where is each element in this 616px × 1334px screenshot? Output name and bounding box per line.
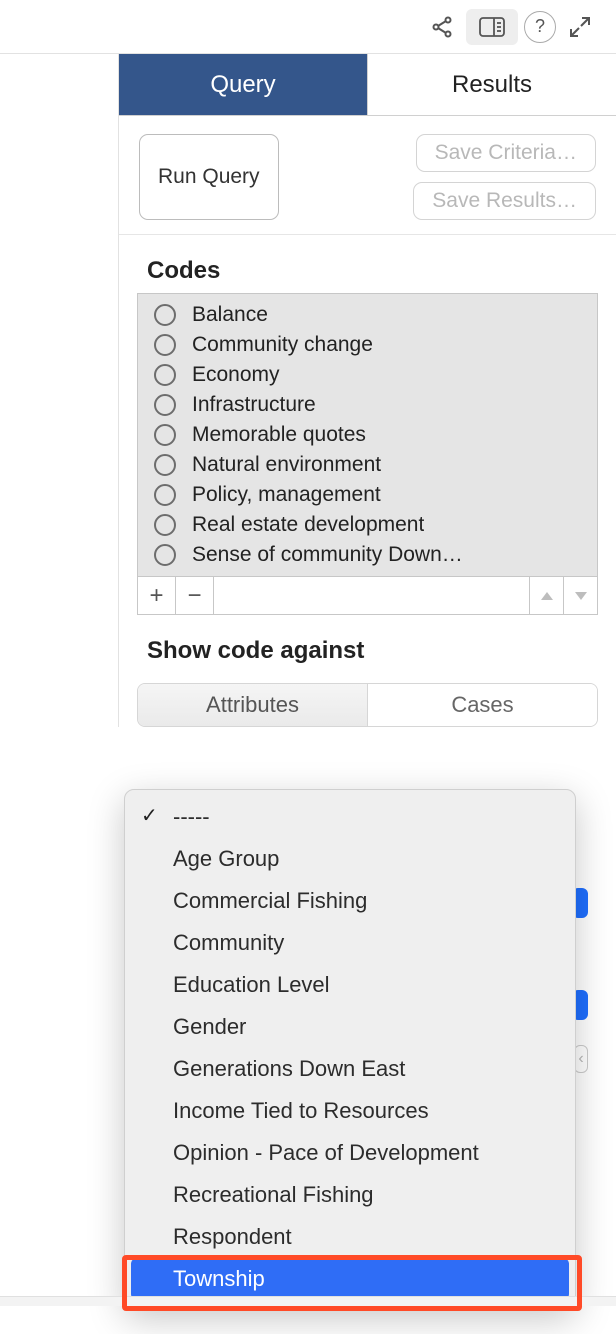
plus-icon: +: [149, 582, 163, 610]
tab-query-label: Query: [210, 71, 275, 99]
dropdown-item-label: Commercial Fishing: [173, 888, 367, 913]
tab-query[interactable]: Query: [119, 54, 368, 115]
expand-icon[interactable]: [562, 9, 598, 45]
attribute-dropdown: ----- Age Group Commercial Fishing Commu…: [124, 789, 576, 1309]
code-row[interactable]: Policy, management: [138, 480, 597, 510]
code-row[interactable]: Infrastructure: [138, 390, 597, 420]
window-bottom-bar: [0, 1296, 616, 1306]
run-query-button[interactable]: Run Query: [139, 134, 279, 220]
dropdown-item-label: Education Level: [173, 972, 330, 997]
help-label: ?: [535, 16, 545, 37]
dropdown-item-label: Township: [173, 1266, 265, 1291]
add-code-button[interactable]: +: [138, 577, 176, 614]
subtab-cases[interactable]: Cases: [368, 684, 597, 726]
tab-results-label: Results: [452, 71, 532, 99]
remove-code-button[interactable]: −: [176, 577, 214, 614]
dropdown-item-label: Recreational Fishing: [173, 1182, 374, 1207]
save-results-label: Save Results…: [432, 189, 577, 212]
code-label: Natural environment: [192, 453, 381, 477]
dropdown-item-label: -----: [173, 804, 210, 829]
radio-icon[interactable]: [154, 364, 176, 386]
code-row[interactable]: Economy: [138, 360, 597, 390]
radio-icon[interactable]: [154, 454, 176, 476]
radio-icon[interactable]: [154, 424, 176, 446]
dropdown-item-highlighted[interactable]: Township: [131, 1258, 569, 1300]
radio-icon[interactable]: [154, 514, 176, 536]
share-icon[interactable]: [424, 9, 460, 45]
code-row[interactable]: Community change: [138, 330, 597, 360]
code-label: Economy: [192, 363, 280, 387]
show-code-against-heading: Show code against: [119, 615, 616, 673]
query-panel: Query Results Run Query Save Criteria… S…: [118, 54, 616, 727]
radio-icon[interactable]: [154, 544, 176, 566]
tab-results[interactable]: Results: [368, 54, 616, 115]
show-against-tabs: Attributes Cases: [137, 683, 598, 727]
top-toolbar: ?: [0, 0, 616, 54]
dropdown-item[interactable]: Income Tied to Resources: [125, 1090, 575, 1132]
dropdown-item-label: Income Tied to Resources: [173, 1098, 429, 1123]
codes-down-button[interactable]: [563, 577, 597, 614]
radio-icon[interactable]: [154, 394, 176, 416]
minus-icon: −: [187, 582, 201, 610]
subtab-attributes[interactable]: Attributes: [138, 684, 368, 726]
codes-footer: + −: [138, 576, 597, 614]
code-row[interactable]: Real estate development: [138, 510, 597, 540]
help-icon[interactable]: ?: [524, 11, 556, 43]
dropdown-item-label: Opinion - Pace of Development: [173, 1140, 479, 1165]
dropdown-item[interactable]: Commercial Fishing: [125, 880, 575, 922]
dropdown-item[interactable]: Recreational Fishing: [125, 1174, 575, 1216]
radio-icon[interactable]: [154, 334, 176, 356]
dropdown-item[interactable]: Age Group: [125, 838, 575, 880]
dropdown-item-label: Respondent: [173, 1224, 292, 1249]
code-row[interactable]: Sense of community Down…: [138, 540, 597, 570]
code-label: Community change: [192, 333, 373, 357]
codes-heading: Codes: [119, 235, 616, 293]
main-tabs: Query Results: [119, 54, 616, 116]
dropdown-item[interactable]: -----: [125, 796, 575, 838]
code-row[interactable]: Memorable quotes: [138, 420, 597, 450]
run-query-label: Run Query: [158, 165, 260, 188]
save-criteria-label: Save Criteria…: [435, 141, 577, 164]
dropdown-item[interactable]: Community: [125, 922, 575, 964]
dropdown-item-label: Gender: [173, 1014, 246, 1039]
subtab-attributes-label: Attributes: [206, 692, 299, 718]
code-row[interactable]: Balance: [138, 300, 597, 330]
sidebar-toggle-icon[interactable]: [466, 9, 518, 45]
code-label: Infrastructure: [192, 393, 316, 417]
radio-icon[interactable]: [154, 484, 176, 506]
code-label: Memorable quotes: [192, 423, 366, 447]
dropdown-item-label: Age Group: [173, 846, 279, 871]
dropdown-item[interactable]: Gender: [125, 1006, 575, 1048]
codes-list: Balance Community change Economy Infrast…: [138, 294, 597, 576]
code-label: Balance: [192, 303, 268, 327]
code-label: Real estate development: [192, 513, 424, 537]
dropdown-item[interactable]: Opinion - Pace of Development: [125, 1132, 575, 1174]
codes-up-button[interactable]: [529, 577, 563, 614]
codes-box: Balance Community change Economy Infrast…: [137, 293, 598, 615]
subtab-cases-label: Cases: [451, 692, 513, 718]
code-label: Sense of community Down…: [192, 543, 463, 567]
action-row: Run Query Save Criteria… Save Results…: [119, 116, 616, 235]
hidden-stepper-edge: ‹: [574, 1045, 588, 1073]
dropdown-item-label: Community: [173, 930, 284, 955]
code-row[interactable]: Natural environment: [138, 450, 597, 480]
dropdown-item[interactable]: Education Level: [125, 964, 575, 1006]
dropdown-item-label: Generations Down East: [173, 1056, 405, 1081]
dropdown-item[interactable]: Respondent: [125, 1216, 575, 1258]
dropdown-item[interactable]: Generations Down East: [125, 1048, 575, 1090]
save-criteria-button[interactable]: Save Criteria…: [416, 134, 596, 172]
save-results-button[interactable]: Save Results…: [413, 182, 596, 220]
code-label: Policy, management: [192, 483, 381, 507]
radio-icon[interactable]: [154, 304, 176, 326]
